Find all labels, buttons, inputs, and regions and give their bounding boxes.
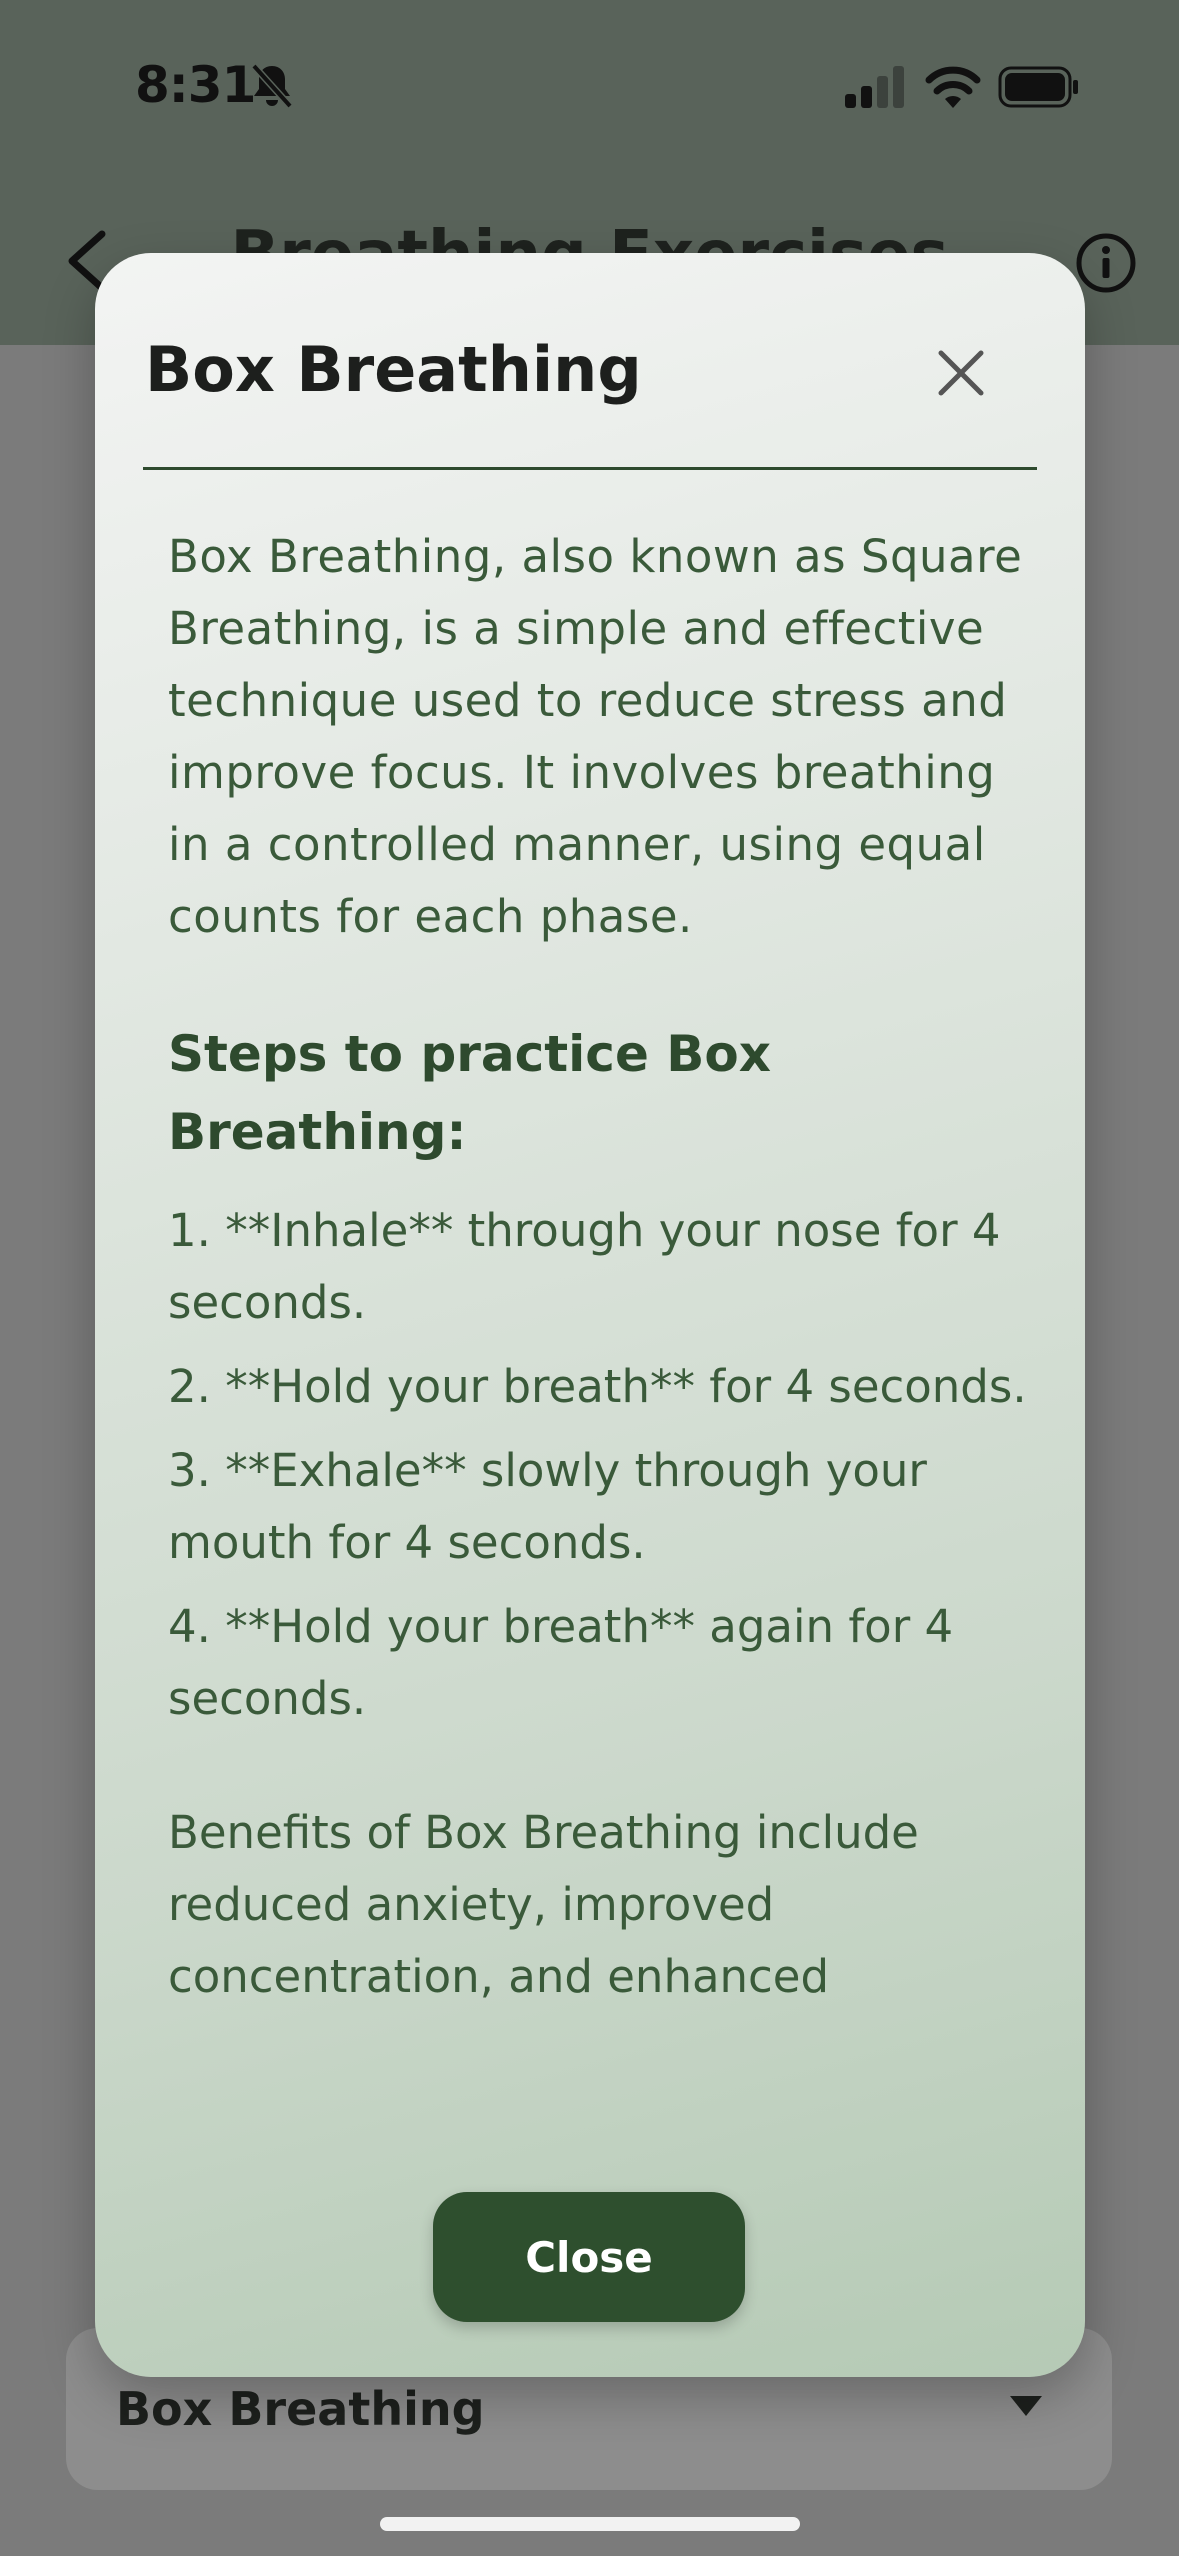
info-circle-icon[interactable]: [1075, 232, 1137, 294]
status-bar: 8:31: [0, 0, 1179, 170]
close-icon[interactable]: [935, 347, 987, 399]
modal-title: Box Breathing: [145, 333, 642, 406]
step-item: 1. **Inhale** through your nose for 4 se…: [168, 1204, 1001, 1329]
benefits-text: Benefits of Box Breathing include reduce…: [168, 1806, 919, 2003]
close-button[interactable]: Close: [433, 2192, 745, 2322]
step-item: 2. **Hold your breath** for 4 seconds.: [168, 1360, 1027, 1413]
step-item: 4. **Hold your breath** again for 4 seco…: [168, 1600, 954, 1725]
bell-slash-icon: [251, 63, 293, 109]
intro-text: Box Breathing, also known as Square Brea…: [168, 530, 1023, 943]
wifi-icon: [925, 66, 981, 108]
steps-heading: Steps to practice Box Breathing:: [168, 1025, 771, 1161]
exercise-select-value: Box Breathing: [116, 2382, 485, 2436]
home-indicator[interactable]: [380, 2517, 800, 2531]
info-modal: Box Breathing Box Breathing, also known …: [95, 253, 1085, 2377]
battery-icon: [998, 66, 1078, 108]
cellular-signal-icon: [845, 66, 904, 108]
modal-divider: [143, 467, 1037, 470]
modal-scroll-content[interactable]: Box Breathing, also known as Square Brea…: [168, 521, 1038, 2073]
status-time: 8:31: [135, 56, 256, 114]
caret-down-icon: [1010, 2396, 1042, 2416]
step-item: 3. **Exhale** slowly through your mouth …: [168, 1444, 927, 1569]
